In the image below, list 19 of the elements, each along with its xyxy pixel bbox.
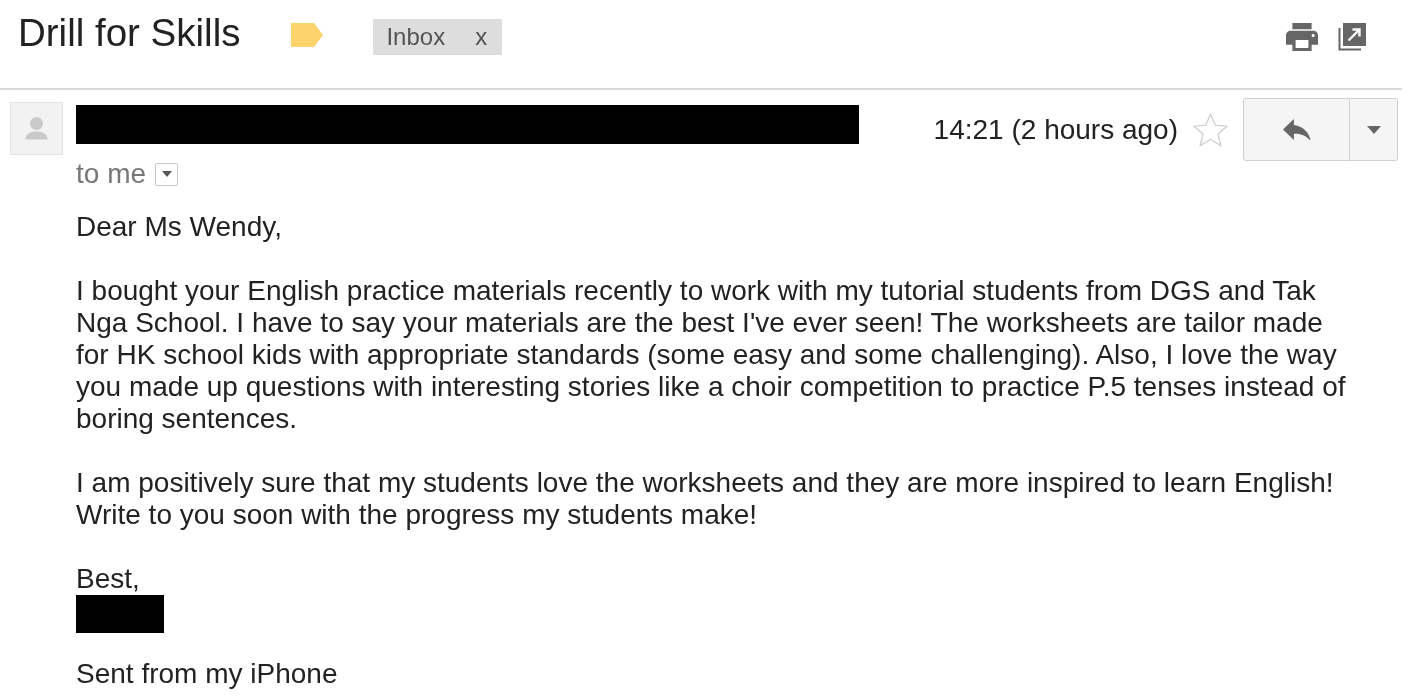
label-link[interactable]: Inbox	[386, 23, 446, 51]
remove-label-button[interactable]: x	[475, 25, 488, 49]
recipient-text: to me	[76, 158, 147, 190]
reply-button[interactable]	[1243, 98, 1350, 161]
signoff-text: Best,	[76, 563, 141, 595]
subject-title: Drill for Skills	[18, 11, 241, 55]
signature-text: Sent from my iPhone	[76, 658, 339, 690]
avatar-icon	[10, 102, 63, 155]
caret-icon	[1366, 125, 1381, 134]
star-icon[interactable]	[1193, 112, 1228, 147]
print-icon[interactable]	[1286, 23, 1318, 51]
caret-icon	[161, 171, 172, 177]
body-paragraph: I am positively sure that my students love the worksheets and they are more inspired to learn English! Write to you soon with the progress my students make!	[76, 467, 1335, 531]
details-button[interactable]	[155, 162, 179, 186]
popout-icon[interactable]	[1338, 23, 1366, 51]
body-paragraph: I bought your English practice materials recently to work with my tutorial students from DGS and Tak Nga School. I have to say your materials are the best I've ever seen! The worksheets are tailor made for HK school kids with appropriate standards (some easy and some challenging). Also, I love the way you made up questions with interesting stories like a choir competition to practice P.5 tenses instead of boring sentences.	[76, 275, 1347, 435]
greeting-text: Dear Ms Wendy,	[76, 211, 283, 243]
reply-icon	[1282, 119, 1311, 140]
message-time: 14:21 (2 hours ago)	[933, 113, 1178, 146]
